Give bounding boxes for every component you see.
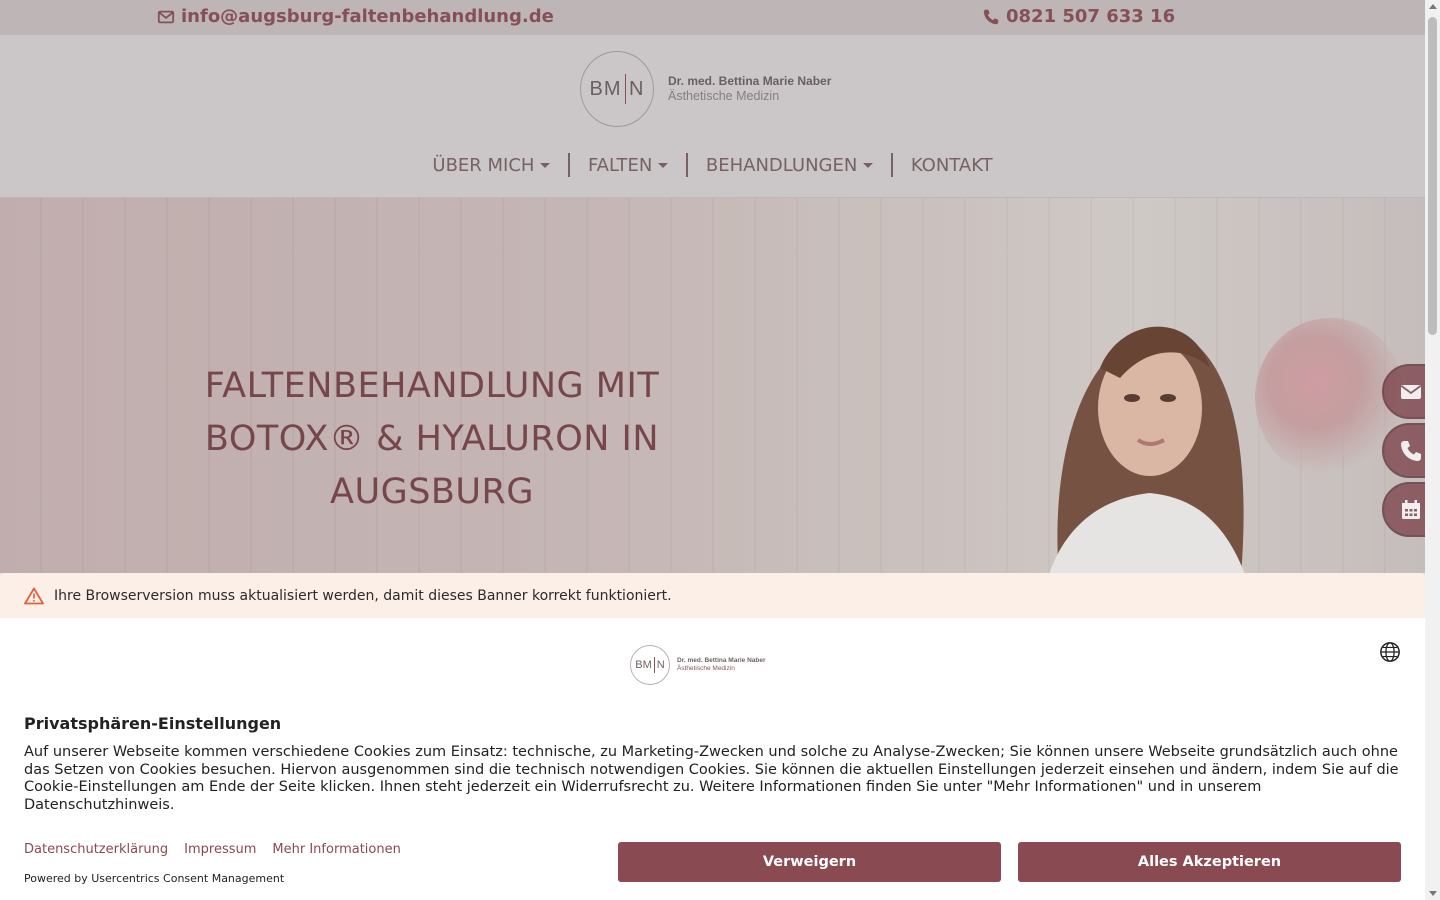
phone-icon — [983, 9, 999, 24]
nav-label: BEHANDLUNGEN — [705, 154, 858, 176]
hero-section: FALTENBEHANDLUNG MIT BOTOX® & HYALURON I… — [0, 198, 1425, 573]
calendar-icon — [1402, 499, 1420, 519]
privacy-policy-link[interactable]: Datenschutzerklärung — [24, 842, 168, 857]
scroll-down-arrow-icon[interactable] — [1429, 891, 1437, 896]
email-link[interactable]: info@augsburg-faltenbehandlung.de — [157, 6, 554, 27]
deny-button[interactable]: Verweigern — [618, 842, 1001, 882]
page-scrollbar[interactable] — [1425, 0, 1440, 900]
nav-label: ÜBER MICH — [432, 154, 535, 176]
language-globe-icon[interactable] — [1379, 641, 1401, 663]
phone-icon — [1401, 440, 1421, 461]
more-info-link[interactable]: Mehr Informationen — [272, 842, 400, 857]
hero-title: FALTENBEHANDLUNG MIT BOTOX® & HYALURON I… — [204, 366, 660, 512]
monogram-divider — [624, 74, 627, 104]
top-contact-bar: info@augsburg-faltenbehandlung.de 0821 5… — [0, 0, 1425, 35]
consent-title: Privatsphären-Einstellungen — [24, 714, 282, 733]
consent-logo-monogram: BM N — [630, 645, 670, 685]
cookie-consent-banner: Ihre Browserversion muss aktualisiert we… — [0, 573, 1425, 900]
warning-icon — [24, 587, 44, 604]
phone-link[interactable]: 0821 507 633 16 — [982, 6, 1175, 27]
monogram-right: N — [629, 77, 645, 100]
logo-text: Dr. med. Bettina Marie Naber Ästhetische… — [668, 74, 831, 104]
browser-warning: Ihre Browserversion muss aktualisiert we… — [0, 573, 1425, 618]
logo-monogram: BM N — [580, 51, 654, 127]
caret-down-icon — [863, 162, 874, 168]
consent-logo-name: Dr. med. Bettina Marie Naber — [677, 657, 766, 664]
main-nav: ÜBER MICH FALTEN BEHANDLUNGEN KONTAKT — [0, 153, 1425, 177]
envelope-icon — [1400, 384, 1422, 399]
monogram-right: N — [656, 659, 665, 671]
consent-links: Datenschutzerklärung Impressum Mehr Info… — [24, 842, 401, 857]
nav-item-ueber-mich[interactable]: ÜBER MICH — [414, 155, 568, 176]
caret-down-icon — [658, 162, 669, 168]
hero-portrait-image — [1049, 326, 1245, 573]
phone-text: 0821 507 633 16 — [1006, 6, 1176, 27]
browser-warning-text: Ihre Browserversion muss aktualisiert we… — [54, 587, 672, 604]
monogram-divider — [653, 657, 655, 673]
monogram-left: BM — [635, 659, 652, 671]
consent-logo: BM N Dr. med. Bettina Marie Naber Ästheti… — [630, 645, 766, 685]
email-text: info@augsburg-faltenbehandlung.de — [181, 6, 554, 27]
scroll-up-arrow-icon[interactable] — [1429, 4, 1437, 9]
scroll-thumb[interactable] — [1428, 17, 1437, 335]
powered-by-text: Powered by Usercentrics Consent Manageme… — [24, 872, 285, 885]
nav-label: KONTAKT — [910, 154, 993, 176]
caret-down-icon — [540, 162, 551, 168]
imprint-link[interactable]: Impressum — [184, 842, 256, 857]
envelope-icon — [157, 10, 175, 23]
monogram-left: BM — [589, 77, 622, 100]
logo-subtitle: Ästhetische Medizin — [668, 89, 780, 103]
site-logo[interactable]: BM N Dr. med. Bettina Marie Naber Ästheti… — [580, 51, 831, 127]
consent-logo-subtitle: Ästhetische Medizin — [677, 665, 735, 672]
nav-label: FALTEN — [587, 154, 653, 176]
nav-item-falten[interactable]: FALTEN — [570, 155, 686, 176]
nav-item-kontakt[interactable]: KONTAKT — [893, 155, 1011, 176]
site-header: BM N Dr. med. Bettina Marie Naber Ästheti… — [0, 35, 1425, 198]
consent-logo-text: Dr. med. Bettina Marie Naber Ästhetische… — [677, 657, 766, 673]
logo-name: Dr. med. Bettina Marie Naber — [668, 74, 832, 88]
nav-item-behandlungen[interactable]: BEHANDLUNGEN — [688, 155, 891, 176]
accept-all-button[interactable]: Alles Akzeptieren — [1018, 842, 1401, 882]
consent-description: Auf unserer Webseite kommen verschiedene… — [24, 744, 1399, 813]
